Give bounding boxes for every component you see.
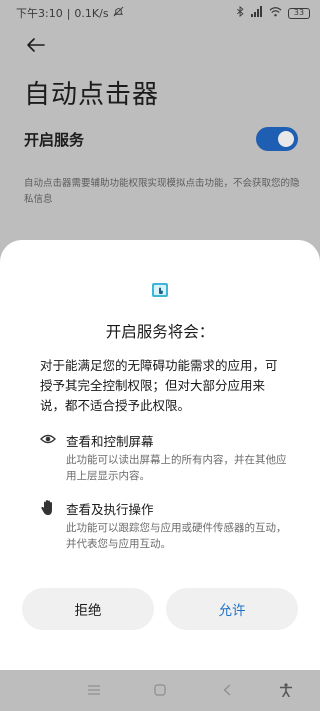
service-toggle[interactable]: [256, 127, 298, 151]
permission-title: 查看及执行操作: [66, 502, 154, 517]
menu-icon[interactable]: [87, 683, 101, 697]
dialog-intro: 对于能满足您的无障碍功能需求的应用，可授予其完全控制权限；但对大部分应用来说，都…: [40, 358, 278, 413]
navigation-bar: [0, 670, 320, 711]
signal-icon: [251, 6, 263, 20]
status-divider: |: [66, 6, 71, 20]
battery-level: 33: [293, 8, 305, 17]
status-time: 下午3:10: [16, 7, 63, 20]
home-icon[interactable]: [153, 683, 167, 697]
hand-icon: [40, 499, 56, 515]
wifi-icon: [269, 6, 282, 20]
page-title: 自动点击器: [24, 80, 160, 110]
battery-icon: 33: [288, 7, 310, 19]
service-setting-label: 开启服务: [24, 130, 85, 149]
toggle-knob: [278, 131, 294, 147]
status-right: 33: [236, 5, 310, 20]
status-bar: 下午3:10 | 0.1K/s 33: [0, 0, 320, 26]
permission-dialog: 开启服务将会： 对于能满足您的无障碍功能需求的应用，可授予其完全控制权限；但对大…: [0, 240, 320, 670]
nav-back-icon[interactable]: [220, 683, 234, 697]
permission-description: 此功能可以跟踪您与应用或硬件传感器的互动，并代表您与应用互动。: [66, 522, 287, 550]
status-network-speed: 0.1K/s: [74, 6, 109, 20]
allow-button[interactable]: 允许: [166, 588, 298, 630]
service-description: 自动点击器需要辅助功能权限实现模拟点击功能，不会获取您的隐私信息: [24, 178, 300, 205]
accessibility-icon[interactable]: [279, 683, 293, 697]
eye-icon: [40, 431, 56, 447]
accessibility-app-icon: [150, 280, 170, 300]
mute-icon: [113, 6, 124, 20]
back-button[interactable]: [24, 33, 48, 57]
dialog-title: 开启服务将会：: [105, 323, 215, 341]
deny-button[interactable]: 拒绝: [22, 588, 154, 630]
service-setting-row[interactable]: 开启服务: [24, 126, 298, 152]
status-left: 下午3:10 | 0.1K/s: [16, 5, 124, 21]
permission-description: 此功能可以读出屏幕上的所有内容，并在其他应用上层显示内容。: [66, 454, 287, 482]
bluetooth-icon: [236, 5, 245, 20]
permission-title: 查看和控制屏幕: [66, 434, 154, 449]
back-arrow-icon: [24, 38, 48, 61]
